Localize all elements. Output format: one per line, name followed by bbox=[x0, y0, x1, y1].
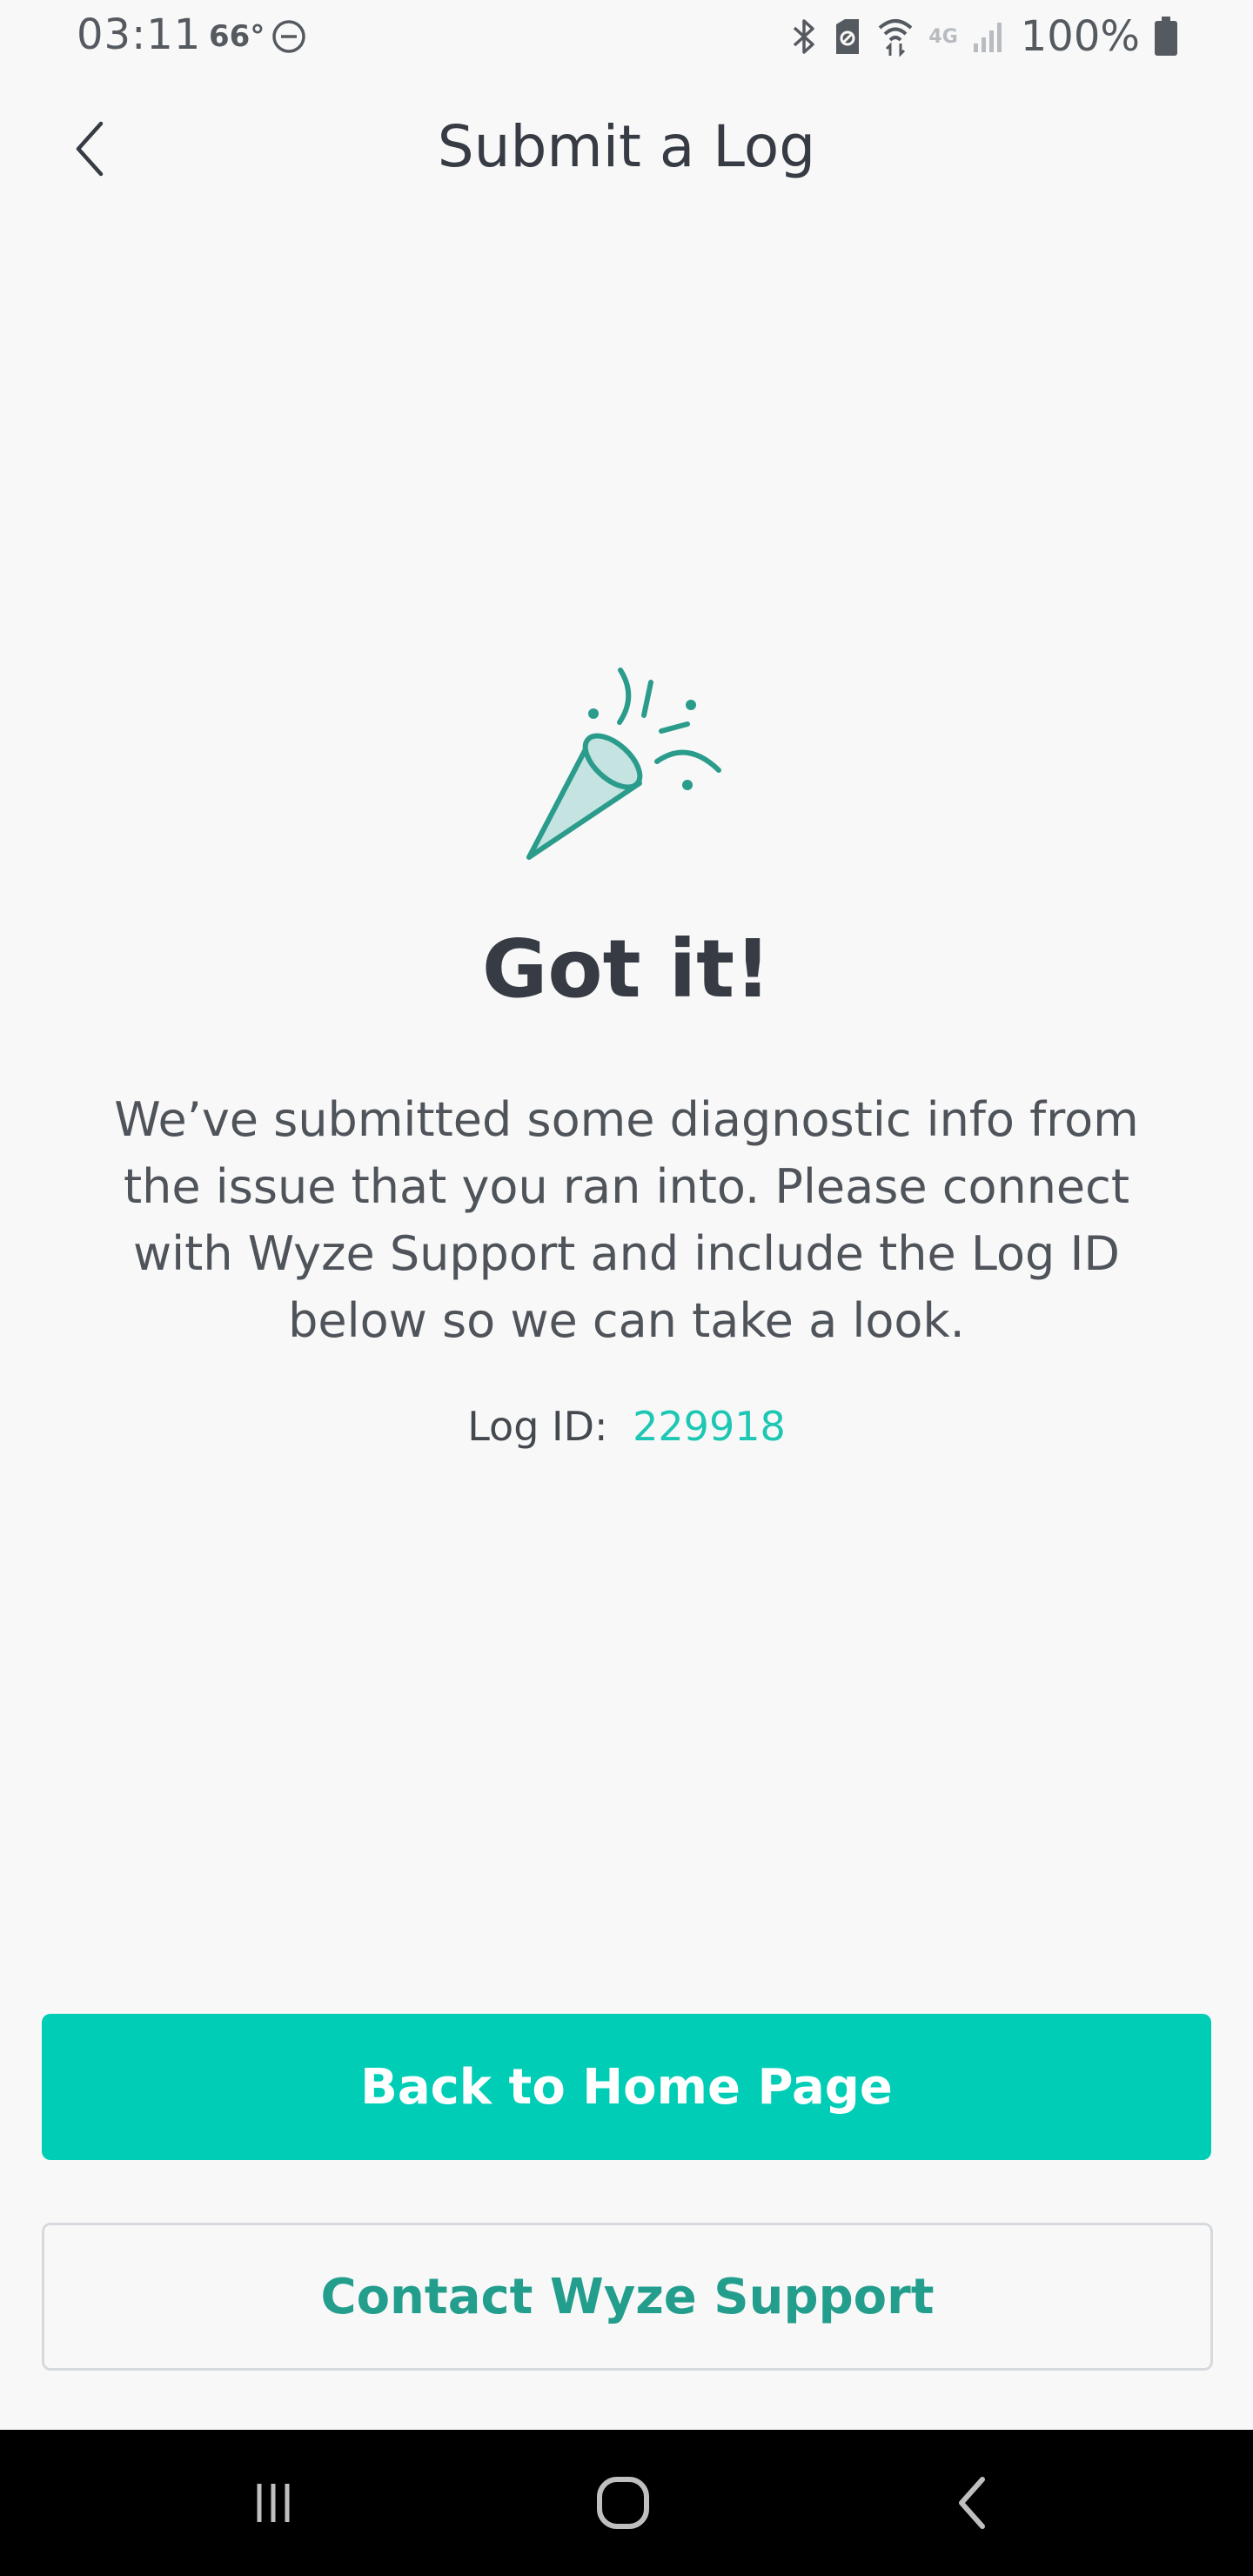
log-id-row: Log ID: 229918 bbox=[0, 1403, 1253, 1450]
do-not-disturb-icon bbox=[272, 20, 305, 53]
battery-level: 100% bbox=[1020, 12, 1140, 61]
status-bar: 03:11 66° 4G 100% bbox=[0, 0, 1253, 78]
party-popper-icon bbox=[526, 667, 721, 860]
recent-apps-button[interactable] bbox=[230, 2459, 317, 2546]
screen: 03:11 66° 4G 100% Submit a Log Got it! W… bbox=[0, 0, 1253, 2576]
sim-card-icon bbox=[836, 19, 860, 54]
success-description: We’ve submitted some diagnostic info fro… bbox=[114, 1092, 1139, 1348]
log-id-label: Log ID: bbox=[467, 1403, 608, 1450]
contact-support-button[interactable]: Contact Wyze Support bbox=[42, 2223, 1213, 2371]
page-title: Submit a Log bbox=[437, 113, 816, 180]
header: Submit a Log bbox=[0, 96, 1253, 200]
navigation-bar bbox=[0, 2430, 1253, 2576]
status-icons: 4G 100% bbox=[789, 10, 1178, 63]
status-time: 03:11 bbox=[77, 10, 202, 59]
recent-apps-icon bbox=[257, 2484, 290, 2522]
back-to-home-button[interactable]: Back to Home Page bbox=[42, 2014, 1211, 2160]
signal-icon bbox=[973, 23, 1002, 52]
log-id-value[interactable]: 229918 bbox=[633, 1403, 786, 1450]
battery-icon bbox=[1155, 17, 1177, 56]
wifi-icon bbox=[879, 19, 913, 57]
success-headline: Got it! bbox=[481, 922, 772, 1016]
home-icon bbox=[597, 2477, 649, 2529]
bluetooth-icon bbox=[794, 19, 815, 54]
back-nav-button[interactable] bbox=[929, 2459, 1016, 2546]
home-nav-button[interactable] bbox=[580, 2459, 667, 2546]
network-type: 4G bbox=[928, 25, 958, 48]
status-temperature: 66° bbox=[209, 19, 265, 54]
back-nav-icon bbox=[959, 2477, 985, 2529]
